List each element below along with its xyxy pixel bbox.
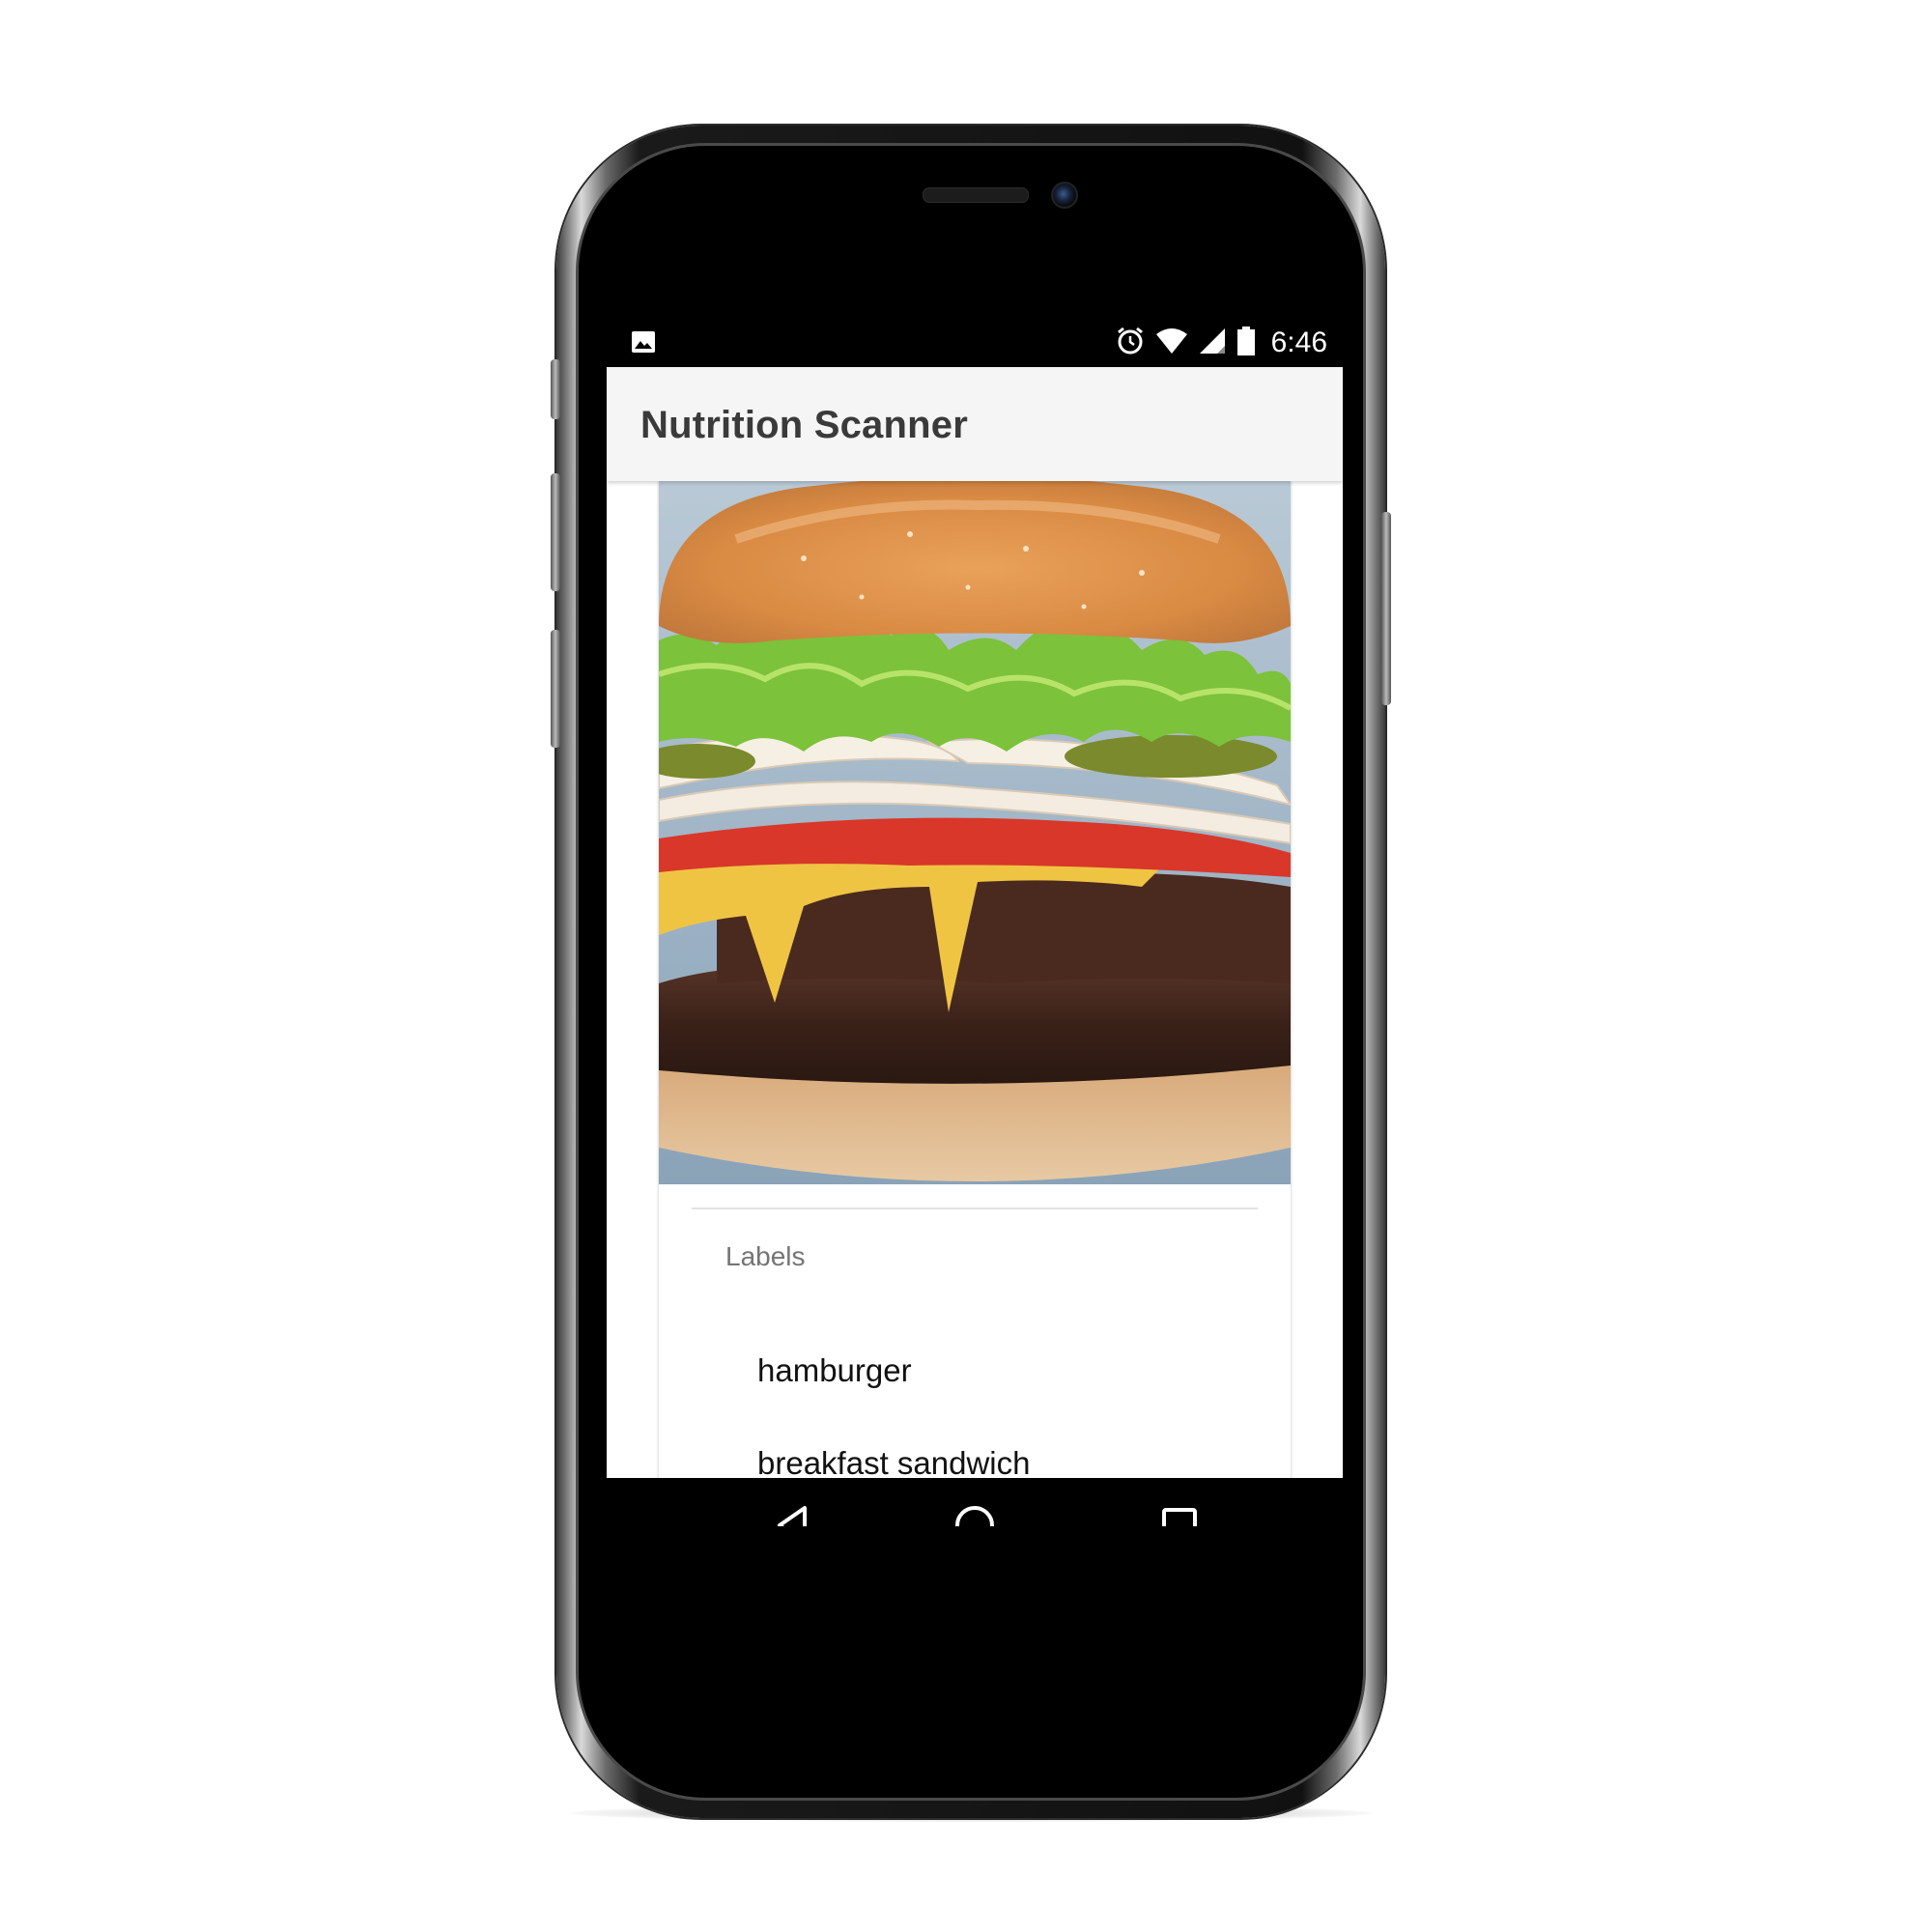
volume-down-button [551,630,560,748]
food-image [659,481,1291,1184]
status-bar: 6:46 [607,319,1343,367]
recents-icon [1162,1508,1197,1526]
mute-switch [551,359,560,419]
wifi-icon [1155,327,1188,360]
back-icon [778,1506,807,1526]
labels-heading: Labels [725,1241,806,1271]
stage: 6:46 Nutrition Scanner Labels hamburger … [0,0,1932,1932]
image-icon [631,330,656,354]
front-camera [1051,182,1078,209]
app-bar: Nutrition Scanner [607,367,1343,481]
app-title: Nutrition Scanner [640,404,968,446]
phone-screen: 6:46 Nutrition Scanner Labels hamburger … [607,319,1343,1526]
back-button[interactable] [769,1501,817,1526]
status-icons: 6:46 [1115,325,1327,361]
label-item[interactable]: hamburger [757,1352,912,1389]
home-icon [955,1506,994,1526]
result-card: Labels hamburger breakfast sandwich [659,481,1291,1478]
volume-up-button [551,473,560,591]
battery-icon [1236,326,1256,361]
power-button [1381,512,1391,705]
content-area[interactable]: Labels hamburger breakfast sandwich [607,481,1343,1478]
earpiece-speaker [923,187,1029,203]
navigation-bar [607,1478,1343,1526]
label-item[interactable]: breakfast sandwich [757,1445,1030,1478]
signal-icon [1198,327,1227,360]
status-time: 6:46 [1270,327,1327,358]
recents-button[interactable] [1155,1501,1204,1526]
home-button[interactable] [951,1501,999,1526]
alarm-icon [1115,326,1146,361]
divider [692,1208,1258,1209]
